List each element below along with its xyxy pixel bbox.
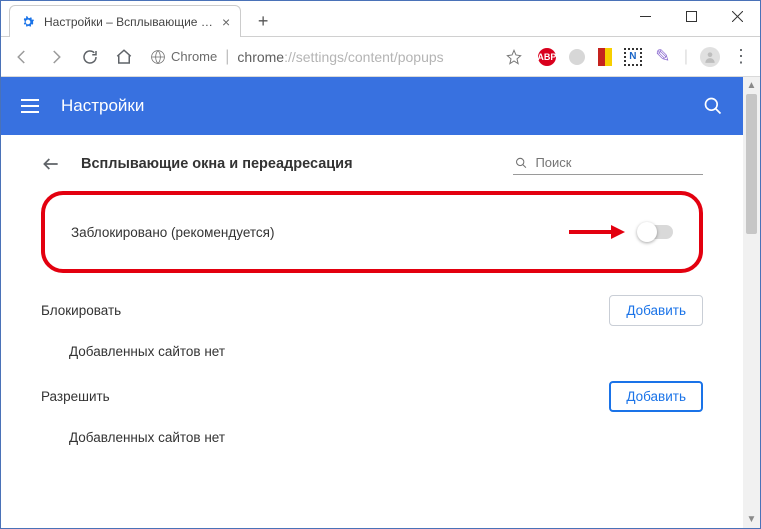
site-info-icon[interactable]: Chrome bbox=[151, 49, 217, 64]
settings-search-input[interactable] bbox=[535, 155, 701, 170]
hamburger-menu-icon[interactable] bbox=[21, 99, 39, 113]
header-search-icon[interactable] bbox=[703, 96, 723, 116]
reload-button[interactable] bbox=[79, 46, 101, 68]
menu-icon[interactable]: ⋮ bbox=[732, 48, 750, 66]
address-bar[interactable]: Chrome | chrome://settings/content/popup… bbox=[147, 42, 526, 72]
annotation-arrow-icon bbox=[567, 223, 625, 241]
close-window-button[interactable] bbox=[714, 1, 760, 31]
window-controls bbox=[622, 1, 760, 31]
block-section-title: Блокировать bbox=[41, 303, 121, 318]
url-text: chrome://settings/content/popups bbox=[237, 49, 443, 65]
grey-circle-icon[interactable] bbox=[568, 48, 586, 66]
close-tab-icon[interactable]: × bbox=[222, 14, 230, 30]
yandex-bookmark-icon[interactable] bbox=[598, 48, 612, 66]
main-setting-row: Заблокировано (рекомендуется) bbox=[41, 191, 703, 273]
bookmark-star-icon[interactable] bbox=[506, 49, 522, 65]
page-content: Настройки Всплывающие окна и переадресац… bbox=[1, 77, 743, 528]
back-button[interactable] bbox=[11, 46, 33, 68]
allow-add-button[interactable]: Добавить bbox=[609, 381, 703, 412]
site-info-label: Chrome bbox=[171, 49, 217, 64]
adblock-icon[interactable]: ABP bbox=[538, 48, 556, 66]
minimize-button[interactable] bbox=[622, 1, 668, 31]
header-title: Настройки bbox=[61, 96, 144, 116]
subheader: Всплывающие окна и переадресация bbox=[41, 153, 703, 175]
tab-title: Настройки – Всплывающие окн bbox=[44, 15, 214, 29]
scroll-down-icon[interactable]: ▼ bbox=[743, 511, 760, 528]
popups-toggle[interactable] bbox=[639, 225, 673, 239]
scroll-up-icon[interactable]: ▲ bbox=[743, 77, 760, 94]
home-button[interactable] bbox=[113, 46, 135, 68]
main-setting-label: Заблокировано (рекомендуется) bbox=[71, 225, 274, 240]
scroll-thumb[interactable] bbox=[746, 94, 757, 234]
settings-search[interactable] bbox=[513, 153, 703, 175]
settings-header: Настройки bbox=[1, 77, 743, 135]
back-arrow-icon[interactable] bbox=[41, 154, 61, 174]
forward-button[interactable] bbox=[45, 46, 67, 68]
vertical-scrollbar[interactable]: ▲ ▼ bbox=[743, 77, 760, 528]
page-title: Всплывающие окна и переадресация bbox=[81, 156, 353, 172]
feather-icon[interactable]: ✎ bbox=[654, 48, 672, 66]
allow-empty-text: Добавленных сайтов нет bbox=[69, 430, 703, 445]
gear-icon bbox=[20, 14, 36, 30]
block-add-button[interactable]: Добавить bbox=[609, 295, 703, 326]
extensions-group: ABP N ✎ | ⋮ bbox=[538, 47, 750, 67]
browser-tab[interactable]: Настройки – Всплывающие окн × bbox=[9, 5, 241, 37]
browser-toolbar: Chrome | chrome://settings/content/popup… bbox=[1, 37, 760, 77]
allow-section-header: Разрешить Добавить bbox=[41, 381, 703, 412]
profile-avatar-icon[interactable] bbox=[700, 47, 720, 67]
new-tab-button[interactable]: + bbox=[249, 7, 277, 35]
block-empty-text: Добавленных сайтов нет bbox=[69, 344, 703, 359]
maximize-button[interactable] bbox=[668, 1, 714, 31]
dotted-n-icon[interactable]: N bbox=[624, 48, 642, 66]
allow-section-title: Разрешить bbox=[41, 389, 110, 404]
block-section-header: Блокировать Добавить bbox=[41, 295, 703, 326]
window-titlebar: Настройки – Всплывающие окн × + bbox=[1, 1, 760, 37]
